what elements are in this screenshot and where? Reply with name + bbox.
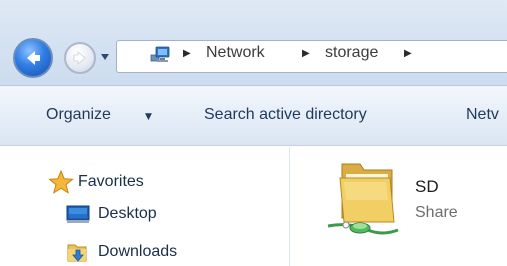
address-bar[interactable] bbox=[116, 40, 507, 73]
breadcrumb-network[interactable]: Network bbox=[206, 44, 265, 62]
network-computer-icon bbox=[150, 46, 170, 62]
nav-item-desktop[interactable]: Desktop bbox=[66, 203, 157, 225]
star-icon bbox=[48, 170, 74, 194]
share-name[interactable]: SD bbox=[415, 177, 439, 197]
nav-item-favorites[interactable]: Favorites bbox=[48, 170, 144, 194]
downloads-icon bbox=[67, 244, 87, 262]
arrow-right-icon bbox=[73, 51, 86, 65]
forward-button[interactable] bbox=[64, 42, 96, 74]
chevron-down-icon bbox=[101, 54, 109, 60]
chevron-down-icon: ▼ bbox=[145, 112, 152, 122]
nav-item-downloads[interactable]: Downloads bbox=[66, 240, 177, 264]
shared-folder-icon[interactable] bbox=[320, 160, 410, 240]
arrow-left-icon bbox=[27, 51, 40, 65]
breadcrumb-separator-icon[interactable]: ▶ bbox=[404, 48, 412, 59]
breadcrumb-separator-icon: ▶ bbox=[183, 48, 191, 59]
network-menu-button[interactable]: Netv bbox=[466, 106, 499, 124]
back-button[interactable] bbox=[13, 38, 53, 78]
breadcrumb-storage[interactable]: storage bbox=[325, 44, 378, 62]
nav-item-label: Downloads bbox=[98, 243, 178, 260]
share-type: Share bbox=[415, 204, 458, 221]
breadcrumb-separator-icon[interactable]: ▶ bbox=[302, 48, 310, 59]
nav-item-label: Desktop bbox=[98, 205, 157, 222]
desktop-icon bbox=[66, 205, 90, 223]
recent-pages-dropdown[interactable] bbox=[98, 46, 112, 68]
nav-item-label: Favorites bbox=[78, 173, 144, 190]
organize-button[interactable]: Organize bbox=[46, 106, 111, 124]
search-active-directory-button[interactable]: Search active directory bbox=[204, 106, 367, 124]
